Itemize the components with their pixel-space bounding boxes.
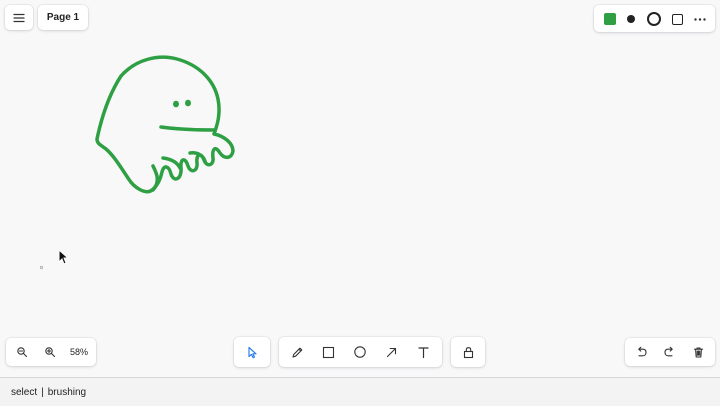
redo-icon [663, 346, 673, 356]
color-swatch [604, 13, 616, 25]
menu-panel [5, 5, 33, 30]
delete-button[interactable] [684, 338, 712, 366]
ghost-tentacle-detail-1 [151, 164, 160, 192]
mouse-pointer-icon [58, 249, 70, 265]
rectangle-tool[interactable] [314, 338, 342, 366]
history-panel [625, 338, 715, 366]
lock-tool[interactable] [454, 338, 482, 366]
trash-icon [693, 346, 703, 358]
whiteboard-app: Page 1 58% select | brushing [0, 0, 720, 406]
lock-icon [463, 346, 473, 358]
zoom-out-icon [17, 347, 28, 358]
more-icon [694, 17, 706, 21]
pencil-icon [291, 347, 302, 358]
ellipse-tool[interactable] [346, 338, 374, 366]
select-tool-panel [234, 337, 270, 367]
ghost-left-eye [173, 100, 179, 108]
status-bar: select | brushing [0, 377, 720, 406]
small-dot-size-icon [627, 15, 635, 23]
ring-stroke-icon [647, 12, 661, 26]
page-panel: Page 1 [38, 5, 88, 30]
ghost-right-eye [185, 99, 191, 107]
draw-tool[interactable] [283, 338, 311, 366]
zoom-out-button[interactable] [8, 338, 36, 366]
arrow-tool[interactable] [377, 338, 405, 366]
undo-icon [637, 346, 647, 356]
style-panel [594, 5, 715, 32]
redo-button[interactable] [655, 338, 683, 366]
zoom-value[interactable]: 58% [64, 338, 94, 366]
menu-icon [13, 13, 25, 23]
zoom-in-button[interactable] [36, 338, 64, 366]
lock-tool-panel [451, 337, 485, 367]
canvas-marker [40, 266, 43, 269]
text-tool[interactable] [409, 338, 437, 366]
drawing-canvas[interactable] [0, 0, 720, 377]
text-icon [417, 346, 429, 358]
status-tool: select [11, 386, 38, 398]
cursor-icon [247, 346, 257, 358]
menu-button[interactable] [5, 4, 33, 32]
square-shape-icon [671, 13, 683, 25]
rectangle-icon [322, 346, 334, 358]
drawing-tools-panel [279, 337, 442, 367]
status-separator: | [41, 386, 44, 398]
more-options-button[interactable] [686, 5, 714, 33]
status-state: brushing [47, 386, 87, 398]
ghost-mouth-stroke [159, 125, 216, 132]
select-tool[interactable] [238, 338, 266, 366]
zoom-in-icon [45, 347, 56, 358]
hand-drawn-ghost-shape[interactable] [0, 0, 720, 377]
ghost-outline-stroke[interactable] [95, 55, 235, 194]
page-tab-label[interactable]: Page 1 [38, 6, 88, 29]
circle-icon [354, 346, 366, 358]
arrow-icon [386, 347, 396, 357]
undo-button[interactable] [627, 338, 655, 366]
